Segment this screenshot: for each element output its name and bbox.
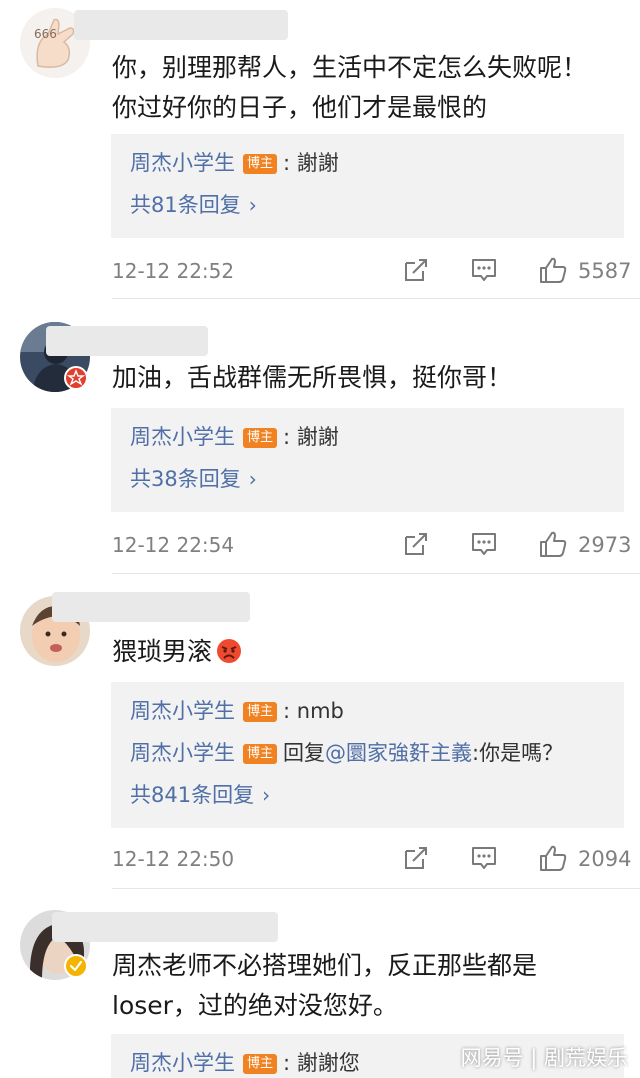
comment-text-line: 猥琐男滚 bbox=[112, 637, 213, 666]
timestamp: 12-12 22:54 bbox=[112, 533, 235, 557]
like-icon[interactable] bbox=[538, 530, 568, 558]
watermark: 网易号 | 剧荒娱乐 bbox=[460, 1046, 628, 1070]
like-count: 5587 bbox=[578, 259, 632, 283]
comment-text: 加油，舌战群儒无所畏惧，挺你哥！ bbox=[112, 363, 513, 392]
host-tag: 博主 bbox=[243, 744, 278, 764]
timestamp: 12-12 22:50 bbox=[112, 847, 235, 871]
divider bbox=[112, 573, 640, 574]
reply-item[interactable]: 周杰小学生 博主: 謝謝 bbox=[130, 422, 339, 452]
comment-meta: 12-12 22:50 2094 bbox=[112, 844, 631, 874]
reply-prefix: 回复 bbox=[283, 741, 326, 765]
like-button[interactable]: 5587 bbox=[538, 256, 632, 286]
like-count: 2094 bbox=[578, 847, 632, 871]
chevron-right-icon: › bbox=[248, 467, 257, 491]
svg-text:666: 666 bbox=[34, 27, 57, 41]
like-icon[interactable] bbox=[538, 256, 568, 284]
share-icon[interactable] bbox=[402, 256, 430, 286]
mention-link[interactable]: @圜家強姧主義 bbox=[325, 741, 472, 765]
reply-author[interactable]: 周杰小学生 bbox=[130, 425, 235, 449]
reply-item[interactable]: 周杰小学生 博主: nmb bbox=[130, 696, 344, 726]
reply-author[interactable]: 周杰小学生 bbox=[130, 741, 235, 765]
verified-badge-icon bbox=[64, 954, 88, 978]
comment-meta: 12-12 22:54 2973 bbox=[112, 530, 631, 560]
reply-author[interactable]: 周杰小学生 bbox=[130, 1051, 235, 1075]
like-button[interactable]: 2973 bbox=[538, 530, 632, 560]
host-tag: 博主 bbox=[243, 1054, 278, 1074]
more-replies-link[interactable]: 共81条回复 › bbox=[130, 190, 257, 220]
reply-box: 周杰小学生 博主: 謝謝 共81条回复 › bbox=[111, 134, 624, 238]
share-icon[interactable] bbox=[402, 530, 430, 560]
comment-text: 猥琐男滚 bbox=[112, 632, 622, 676]
host-tag: 博主 bbox=[243, 154, 278, 174]
reply-item[interactable]: 周杰小学生 博主 回复@圜家強姧主義:你是嗎？ bbox=[130, 738, 563, 768]
like-button[interactable]: 2094 bbox=[538, 844, 632, 874]
more-replies-label[interactable]: 共81条回复 bbox=[130, 193, 241, 217]
reply-text: : 謝謝您 bbox=[283, 1051, 360, 1075]
more-replies-label[interactable]: 共38条回复 bbox=[130, 467, 241, 491]
like-count: 2973 bbox=[578, 533, 632, 557]
username-redacted bbox=[46, 326, 208, 356]
host-tag: 博主 bbox=[243, 702, 278, 722]
like-icon[interactable] bbox=[538, 844, 568, 872]
username-redacted bbox=[74, 10, 288, 40]
reply-text: : 謝謝 bbox=[283, 425, 339, 449]
comment-icon[interactable] bbox=[470, 256, 498, 286]
comment-text: 周杰老师不必搭理她们，反正那些都是 loser，过的绝对没您好。 bbox=[112, 951, 538, 1020]
chevron-right-icon: › bbox=[262, 783, 271, 807]
reply-box: 周杰小学生 博主: nmb 周杰小学生 博主 回复@圜家強姧主義:你是嗎？ 共841条… bbox=[111, 682, 624, 828]
more-replies-link[interactable]: 共841条回复 › bbox=[130, 780, 270, 810]
share-icon[interactable] bbox=[402, 844, 430, 874]
comment-icon[interactable] bbox=[470, 530, 498, 560]
timestamp: 12-12 22:52 bbox=[112, 259, 235, 283]
comment-icon[interactable] bbox=[470, 844, 498, 874]
reply-author[interactable]: 周杰小学生 bbox=[130, 151, 235, 175]
divider bbox=[112, 888, 640, 889]
username-redacted bbox=[52, 592, 250, 622]
more-replies-link[interactable]: 共38条回复 › bbox=[130, 464, 257, 494]
reply-text: : nmb bbox=[283, 699, 344, 723]
reply-item[interactable]: 周杰小学生 博主: 謝謝 bbox=[130, 148, 339, 178]
username-redacted bbox=[52, 912, 278, 942]
reply-box: 周杰小学生 博主: 謝謝 共38条回复 › bbox=[111, 408, 624, 512]
host-tag: 博主 bbox=[243, 428, 278, 448]
official-badge-icon bbox=[64, 366, 88, 390]
reply-author[interactable]: 周杰小学生 bbox=[130, 699, 235, 723]
more-replies-label[interactable]: 共841条回复 bbox=[130, 783, 254, 807]
comment-meta: 12-12 22:52 5587 bbox=[112, 256, 631, 286]
divider bbox=[112, 298, 640, 299]
reply-text: : 謝謝 bbox=[283, 151, 339, 175]
reply-item[interactable]: 周杰小学生 博主: 謝謝您 bbox=[130, 1048, 360, 1078]
reply-text: :你是嗎？ bbox=[472, 741, 564, 765]
chevron-right-icon: › bbox=[248, 193, 257, 217]
angry-face-emoji-icon bbox=[216, 636, 242, 676]
comment-text: 你，别理那帮人，生活中不定怎么失败呢！ 你过好你的日子，他们才是最恨的 bbox=[112, 53, 588, 122]
